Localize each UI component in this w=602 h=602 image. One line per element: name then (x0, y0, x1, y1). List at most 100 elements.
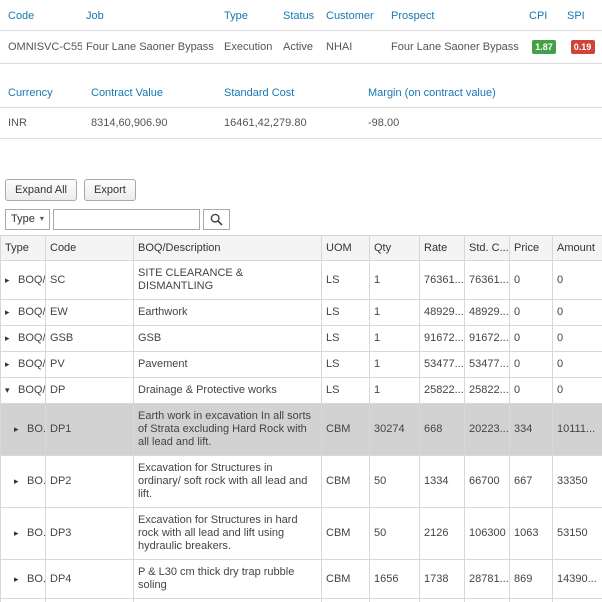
row-qty: 1 (370, 352, 420, 378)
row-rate: 2126 (420, 508, 465, 560)
row-code: SC (46, 261, 134, 300)
boq-col-price: Price (510, 236, 553, 261)
finance-summary-row: INR 8314,60,906.90 16461,42,279.80 -98.0… (0, 108, 602, 139)
filter-bar: Type ▾ (5, 208, 602, 230)
job-prospect: Four Lane Saoner Bypass (387, 31, 525, 64)
row-description: GSB (134, 326, 322, 352)
expand-toggle-icon[interactable]: ▸ (5, 306, 14, 319)
row-type: BO... (27, 423, 46, 435)
boq-table: Type Code BOQ/Description UOM Qty Rate S… (0, 235, 602, 602)
cpi-badge: 1.87 (532, 40, 556, 54)
job-costing-page: Code Job Type Status Customer Prospect C… (0, 0, 602, 602)
job-type: Execution (220, 31, 279, 64)
row-amount: 53150 (553, 508, 602, 560)
finance-summary-header-row: Currency Contract Value Standard Cost Ma… (0, 81, 602, 108)
row-price: 4392 (510, 599, 553, 602)
row-code: DP4 (46, 560, 134, 599)
row-qty: 1 (370, 378, 420, 404)
contract-value: 8314,60,906.90 (87, 108, 220, 139)
row-amount: 0 (553, 326, 602, 352)
boq-row[interactable]: ▸BO... DP2 Excavation for Structures in … (1, 456, 602, 508)
row-uom: CBM (322, 599, 370, 602)
boq-row[interactable]: ▸BO... DP3 Excavation for Structures in … (1, 508, 602, 560)
boq-row[interactable]: ▸BOQ/PI GSB GSB LS 1 91672... 91672... 0… (1, 326, 602, 352)
boq-row[interactable]: ▸BO... DP4 P & L30 cm thick dry trap rub… (1, 560, 602, 599)
row-code: DP1 (46, 404, 134, 456)
boq-col-description: BOQ/Description (134, 236, 322, 261)
expand-toggle-icon[interactable]: ▸ (5, 332, 14, 345)
job-col-type: Type (220, 4, 279, 31)
row-std-cost: 53477... (465, 352, 510, 378)
row-std-cost: 48929... (465, 300, 510, 326)
row-amount: 0 (553, 300, 602, 326)
row-std-cost: 76361... (465, 261, 510, 300)
job-col-job: Job (82, 4, 220, 31)
row-code: GSB (46, 326, 134, 352)
search-input[interactable] (53, 209, 200, 230)
row-price: 0 (510, 352, 553, 378)
row-qty: 1 (370, 261, 420, 300)
row-uom: CBM (322, 456, 370, 508)
export-button[interactable]: Export (84, 179, 136, 201)
expand-toggle-icon[interactable]: ▸ (14, 573, 23, 586)
row-uom: LS (322, 300, 370, 326)
row-price: 869 (510, 560, 553, 599)
boq-col-rate: Rate (420, 236, 465, 261)
row-description: Pavement (134, 352, 322, 378)
boq-row[interactable]: ▸BOQ/PI SC SITE CLEARANCE & DISMANTLING … (1, 261, 602, 300)
expand-toggle-icon[interactable]: ▸ (14, 475, 23, 488)
expand-toggle-icon[interactable]: ▸ (14, 423, 23, 436)
job-summary-row[interactable]: OMNISVC-C55 Four Lane Saoner Bypass Exec… (0, 31, 602, 64)
finance-col-margin: Margin (on contract value) (364, 81, 602, 108)
expand-toggle-icon[interactable]: ▸ (14, 527, 23, 540)
boq-col-std-cost: Std. C... (465, 236, 510, 261)
row-description: SITE CLEARANCE & DISMANTLING (134, 261, 322, 300)
boq-row[interactable]: ▸BOQ/PI PV Pavement LS 1 53477... 53477.… (1, 352, 602, 378)
boq-row[interactable]: ▸BOQ/PI EW Earthwork LS 1 48929... 48929… (1, 300, 602, 326)
row-price: 0 (510, 261, 553, 300)
boq-row[interactable]: ▾BOQ/PI DP Drainage & Protective works L… (1, 378, 602, 404)
boq-col-type: Type (1, 236, 46, 261)
row-qty: 1 (370, 326, 420, 352)
row-code: PV (46, 352, 134, 378)
boq-row[interactable]: ▸BO... DP1 Earth work in excavation In a… (1, 404, 602, 456)
boq-row[interactable]: ▸BO... DP5 P & L PCC in Open Foundation … (1, 599, 602, 602)
row-qty: 30274 (370, 404, 420, 456)
job-col-spi: SPI (563, 4, 602, 31)
row-rate: 76361... (420, 261, 465, 300)
expand-all-button[interactable]: Expand All (5, 179, 77, 201)
row-amount: 57052... (553, 599, 602, 602)
row-price: 0 (510, 378, 553, 404)
expand-toggle-icon[interactable]: ▾ (5, 384, 14, 397)
expand-toggle-icon[interactable]: ▸ (5, 274, 14, 287)
row-code: EW (46, 300, 134, 326)
boq-col-amount: Amount (553, 236, 602, 261)
row-uom: LS (322, 261, 370, 300)
row-price: 0 (510, 300, 553, 326)
row-description: Drainage & Protective works (134, 378, 322, 404)
row-amount: 0 (553, 352, 602, 378)
row-uom: CBM (322, 404, 370, 456)
row-price: 334 (510, 404, 553, 456)
expand-toggle-icon[interactable]: ▸ (5, 358, 14, 371)
row-amount: 0 (553, 378, 602, 404)
row-code: DP (46, 378, 134, 404)
row-amount: 10111... (553, 404, 602, 456)
row-type: BO... (27, 573, 46, 585)
search-button[interactable] (203, 209, 230, 230)
row-rate: 53477... (420, 352, 465, 378)
job-col-code: Code (0, 4, 82, 31)
toolbar: Expand All Export (5, 179, 602, 201)
finance-col-currency: Currency (0, 81, 87, 108)
row-price: 1063 (510, 508, 553, 560)
row-std-cost: 106300 (465, 508, 510, 560)
type-filter-dropdown[interactable]: Type ▾ (5, 209, 50, 230)
job-summary-table: Code Job Type Status Customer Prospect C… (0, 4, 602, 64)
row-code: DP5 (46, 599, 134, 602)
row-rate: 1738 (420, 560, 465, 599)
row-uom: CBM (322, 560, 370, 599)
type-filter-label: Type (11, 213, 35, 225)
margin-value: -98.00 (364, 108, 602, 139)
row-amount: 33350 (553, 456, 602, 508)
job-col-cpi: CPI (525, 4, 563, 31)
